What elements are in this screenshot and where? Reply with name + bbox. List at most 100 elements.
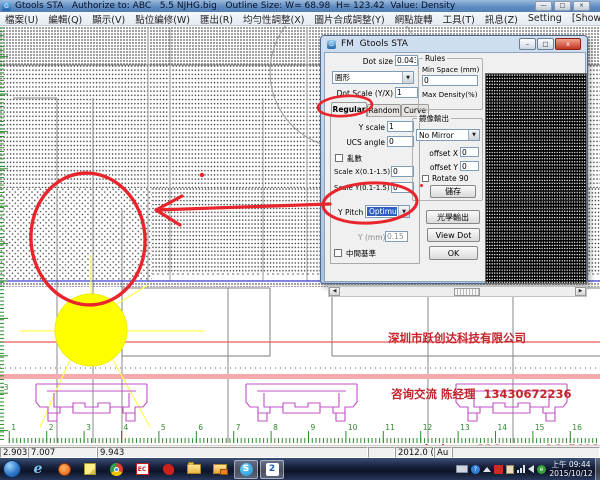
show-hidden-icons-arrow[interactable]	[483, 467, 491, 472]
watermark-line-contact: 咨询交流 陈经理 13430672236	[388, 385, 600, 404]
mirror-value: No Mirror	[417, 130, 468, 140]
tab-regular[interactable]: Regular	[331, 102, 367, 117]
menu-image-compose[interactable]: 圖片合成調整(Y)	[309, 12, 389, 26]
y-pitch-select[interactable]: Optimum ▼	[365, 205, 410, 218]
app-icon: G	[2, 2, 11, 11]
dialog-maximize-button[interactable]: □	[537, 38, 554, 50]
screen-recorder-icon[interactable]: EC	[130, 460, 154, 479]
antivirus-tray-icon[interactable]: e	[537, 465, 546, 474]
menu-export[interactable]: 匯出(R)	[195, 12, 238, 26]
rules-group: Rules Min Space (mm) Max Density(%)	[418, 58, 483, 110]
menu-view[interactable]: 顯示(V)	[87, 12, 130, 26]
dialog-close-button[interactable]: x	[555, 38, 581, 50]
offset-y-input[interactable]	[460, 161, 479, 171]
status-scale-cell: 2012.0 (80.0)	[395, 447, 434, 458]
dot-size-label: Dot size	[343, 57, 393, 66]
menu-tools[interactable]: 工具(T)	[438, 12, 480, 26]
rotate-90-label: Rotate 90	[432, 174, 468, 183]
window-titlebar: G Gtools STA Authorize to: ABC 5.5 NJHG.…	[0, 0, 600, 12]
svg-text:1: 1	[11, 423, 16, 432]
svg-text:4: 4	[124, 423, 129, 432]
status-bar: 2.9037 7.007 9.943 2012.0 (80.0) Au	[0, 445, 600, 458]
optical-output-button[interactable]: 光學輸出	[426, 210, 480, 224]
dialog-horizontal-scrollbar[interactable]: ◀ ▶	[328, 286, 587, 297]
system-tray: ? e	[456, 458, 546, 480]
internet-explorer-icon[interactable]: e	[26, 460, 50, 479]
center-base-checkbox[interactable]	[334, 249, 342, 257]
ok-button[interactable]: OK	[429, 246, 478, 260]
volume-tray-icon[interactable]	[528, 465, 534, 473]
flower-app-icon[interactable]	[156, 460, 180, 479]
dot-shape-select[interactable]: 圓形 ▼	[332, 71, 414, 84]
taskbar-clock[interactable]: 上午 09:44 2015/10/12	[548, 460, 594, 478]
maximize-button[interactable]: □	[554, 1, 571, 11]
media-player-icon[interactable]	[52, 460, 76, 479]
svg-text:5: 5	[161, 423, 166, 432]
dot-shape-value: 圓形	[333, 72, 402, 83]
show-desktop-button[interactable]	[595, 458, 600, 480]
scrollbar-thumb[interactable]	[454, 288, 480, 296]
help-tray-icon[interactable]: ?	[471, 465, 480, 474]
start-button[interactable]	[3, 460, 21, 478]
minimize-button[interactable]: —	[535, 1, 552, 11]
y-mm-input[interactable]	[385, 231, 408, 242]
scale-x-label: Scale X(0.1-1.5)	[334, 168, 390, 177]
dialog-titlebar[interactable]: G FM Gtools STA – □ x	[321, 36, 587, 52]
ucs-angle-input[interactable]	[387, 136, 414, 147]
scale-y-input[interactable]	[391, 182, 414, 193]
scale-x-input[interactable]	[391, 166, 414, 177]
dot-size-input[interactable]	[395, 55, 418, 66]
status-x-coordinate: 2.9037	[0, 447, 28, 458]
clipboard-tray-icon[interactable]	[506, 465, 514, 474]
chrome-icon[interactable]	[104, 460, 128, 479]
chevron-down-icon: ▼	[398, 206, 409, 217]
svg-text:-3: -3	[1, 383, 9, 392]
scroll-left-arrow-icon[interactable]: ◀	[329, 287, 340, 296]
dot-pattern-lattice-band	[0, 188, 152, 281]
mirror-select[interactable]: No Mirror ▼	[416, 129, 480, 141]
menu-dot-edit[interactable]: 點位編修(W)	[130, 12, 195, 26]
dot-scale-label: Dot Scale (Y/X)	[333, 89, 393, 98]
status-y-coordinate: 7.007	[28, 447, 97, 458]
y-pitch-label: Y Pitch	[338, 208, 363, 217]
mirror-group-title: 鏡像輸出	[417, 114, 451, 123]
dialog-client-area: Dot size 圓形 ▼ Dot Scale (Y/X) Regular Ra…	[324, 52, 586, 282]
dialog-icon: G	[327, 40, 336, 49]
min-space-input[interactable]	[422, 75, 478, 86]
watermark-text: 深圳市跃创达科技有限公司 咨询交流 陈经理 13430672236 ycd_ch…	[388, 292, 600, 445]
menu-file[interactable]: 檔案(U)	[0, 12, 43, 26]
network-tray-icon[interactable]	[517, 465, 525, 473]
close-button[interactable]: ×	[573, 1, 590, 11]
yellow-circle	[55, 294, 127, 366]
save-button[interactable]: 儲存	[430, 185, 476, 198]
menu-message[interactable]: 訊息(Z)	[480, 12, 523, 26]
y-scale-label: Y scale	[337, 123, 385, 132]
keyboard-tray-icon[interactable]	[456, 465, 468, 473]
mail-icon[interactable]	[208, 460, 232, 479]
menu-dot-rotate[interactable]: 網點旋轉	[390, 12, 438, 26]
alert-tray-icon[interactable]	[494, 465, 503, 474]
dot-scale-input[interactable]	[395, 87, 418, 98]
view-dot-button[interactable]: View Dot	[427, 228, 480, 242]
random-checkbox[interactable]	[335, 154, 343, 162]
offset-y-label: offset Y	[427, 163, 458, 172]
menu-edit[interactable]: 編輯(Q)	[43, 12, 87, 26]
status-unit-cell: Au	[434, 447, 452, 458]
file-explorer-icon[interactable]	[182, 460, 206, 479]
gtools-taskbar-icon[interactable]: 2	[260, 460, 284, 479]
offset-x-input[interactable]	[460, 147, 479, 157]
rotate-90-checkbox[interactable]	[422, 175, 429, 182]
chevron-down-icon: ▼	[402, 72, 413, 83]
chevron-down-icon: ▼	[468, 130, 479, 140]
menu-setting[interactable]: Setting	[523, 13, 567, 24]
y-scale-input[interactable]	[387, 121, 414, 132]
sticky-notes-icon[interactable]	[78, 460, 102, 479]
window-title: Gtools STA Authorize to: ABC 5.5 NJHG.bi…	[15, 1, 455, 11]
gtools-sta-window: G Gtools STA Authorize to: ABC 5.5 NJHG.…	[0, 0, 600, 480]
dialog-minimize-button[interactable]: –	[519, 38, 536, 50]
dialog-title: FM Gtools STA	[341, 39, 408, 49]
menu-show-dot[interactable]: [Show Dot]	[567, 13, 600, 24]
scroll-right-arrow-icon[interactable]: ▶	[575, 287, 586, 296]
skype-icon[interactable]: S	[234, 460, 258, 479]
menu-uniformity[interactable]: 均勻性調整(X)	[238, 12, 309, 26]
